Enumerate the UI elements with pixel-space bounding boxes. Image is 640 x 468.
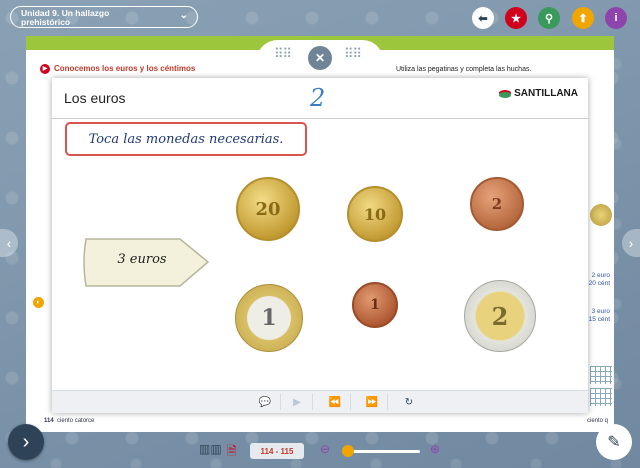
section-title[interactable]: ▶ Conocemos los euros y los céntimos bbox=[40, 64, 195, 74]
zoom-slider[interactable] bbox=[342, 445, 420, 457]
coin-2-euro[interactable]: 2 bbox=[464, 280, 536, 352]
coin-2-cent[interactable]: 2 bbox=[470, 177, 524, 231]
search-button[interactable]: ⚲ bbox=[538, 7, 560, 29]
pdf-icon[interactable]: 🗎 bbox=[227, 442, 237, 463]
close-icon: ✕ bbox=[314, 51, 326, 65]
instruction-text: Utiliza las pegatinas y completa las huc… bbox=[396, 66, 532, 73]
comment-icon: 💬 bbox=[258, 396, 272, 408]
coin-10-cent[interactable]: 10 bbox=[347, 186, 403, 242]
reload-button[interactable]: ↻ bbox=[394, 394, 424, 410]
zoom-slider-handle[interactable] bbox=[342, 445, 354, 457]
coin-20-cent[interactable]: 20 bbox=[236, 177, 300, 241]
fast-forward-icon: ⏩ bbox=[365, 396, 379, 408]
side-text-1: 2 euro 20 cént bbox=[588, 272, 610, 287]
chevron-left-icon: ‹ bbox=[6, 235, 12, 251]
back-arrow-icon: ⬅ bbox=[478, 12, 488, 25]
favorite-button[interactable]: ★ bbox=[505, 7, 527, 29]
chevron-right-icon: › bbox=[628, 235, 634, 251]
rewind-icon: ⏪ bbox=[328, 396, 342, 408]
page-number-left: 114 ciento catorce bbox=[44, 418, 95, 424]
info-button[interactable]: i bbox=[605, 7, 627, 29]
zoom-in-icon[interactable]: ⊕ bbox=[430, 442, 440, 456]
next-button[interactable]: › bbox=[8, 424, 44, 460]
audio-marker-icon[interactable]: ◐ bbox=[33, 297, 44, 308]
player-controls: 💬 ▶ ⏪ ⏩ ↻ bbox=[52, 390, 588, 413]
divider bbox=[52, 118, 588, 119]
pencil-icon: ✎ bbox=[607, 434, 621, 451]
page-number-right: ciento q bbox=[586, 418, 608, 424]
coin-1-cent[interactable]: 1 bbox=[352, 282, 398, 328]
coin-1-euro[interactable]: 1 bbox=[235, 284, 303, 352]
unit-selector[interactable]: Unidad 9. Un hallazgo prehistórico ⌄ bbox=[10, 6, 198, 28]
activity-prompt: Toca las monedas necesarias. bbox=[65, 122, 307, 156]
page-range[interactable]: 114 - 115 bbox=[250, 443, 304, 459]
unit-selector-line2: prehistórico bbox=[21, 17, 71, 27]
play-icon: ▶ bbox=[40, 64, 50, 74]
arrow-up-icon: ⬆ bbox=[578, 12, 588, 25]
drag-handle-icon[interactable]: ⠿⠿ bbox=[274, 47, 292, 60]
modal-title: Los euros bbox=[64, 90, 126, 106]
grid-box bbox=[590, 366, 612, 384]
modal-tab: ⠿⠿ ✕ ⠿⠿ bbox=[256, 40, 384, 78]
drag-handle-icon[interactable]: ⠿⠿ bbox=[344, 47, 362, 60]
chevron-right-icon: › bbox=[22, 430, 30, 453]
amount-tag: 3 euros bbox=[80, 235, 212, 290]
close-button[interactable]: ✕ bbox=[308, 46, 332, 70]
side-text-2: 3 euro 15 cént bbox=[588, 308, 610, 323]
fast-forward-button[interactable]: ⏩ bbox=[357, 394, 388, 410]
star-icon: ★ bbox=[511, 12, 521, 25]
play-button[interactable]: ▶ bbox=[282, 394, 313, 410]
grid-box bbox=[590, 388, 612, 406]
reload-icon: ↻ bbox=[404, 396, 414, 408]
rewind-button[interactable]: ⏪ bbox=[320, 394, 351, 410]
amount-label: 3 euros bbox=[117, 252, 167, 267]
back-button[interactable]: ⬅ bbox=[472, 7, 494, 29]
search-icon: ⚲ bbox=[544, 12, 554, 25]
santillana-logo-icon bbox=[499, 89, 512, 98]
activity-number: 2 bbox=[310, 84, 326, 112]
santillana-logo: SANTILLANA bbox=[498, 88, 578, 99]
book-icon[interactable]: ▥▥ bbox=[199, 442, 222, 456]
zoom-out-icon[interactable]: ⊖ bbox=[320, 442, 330, 456]
play-icon: ▶ bbox=[293, 396, 301, 408]
comment-button[interactable]: 💬 bbox=[250, 394, 281, 410]
chevron-down-icon: ⌄ bbox=[179, 10, 188, 21]
coin-thumbnail bbox=[590, 204, 612, 226]
activity-modal: Los euros 2 SANTILLANA Toca las monedas … bbox=[52, 78, 588, 413]
info-icon: i bbox=[614, 12, 618, 24]
edit-button[interactable]: ✎ bbox=[596, 424, 632, 460]
upload-button[interactable]: ⬆ bbox=[572, 7, 594, 29]
